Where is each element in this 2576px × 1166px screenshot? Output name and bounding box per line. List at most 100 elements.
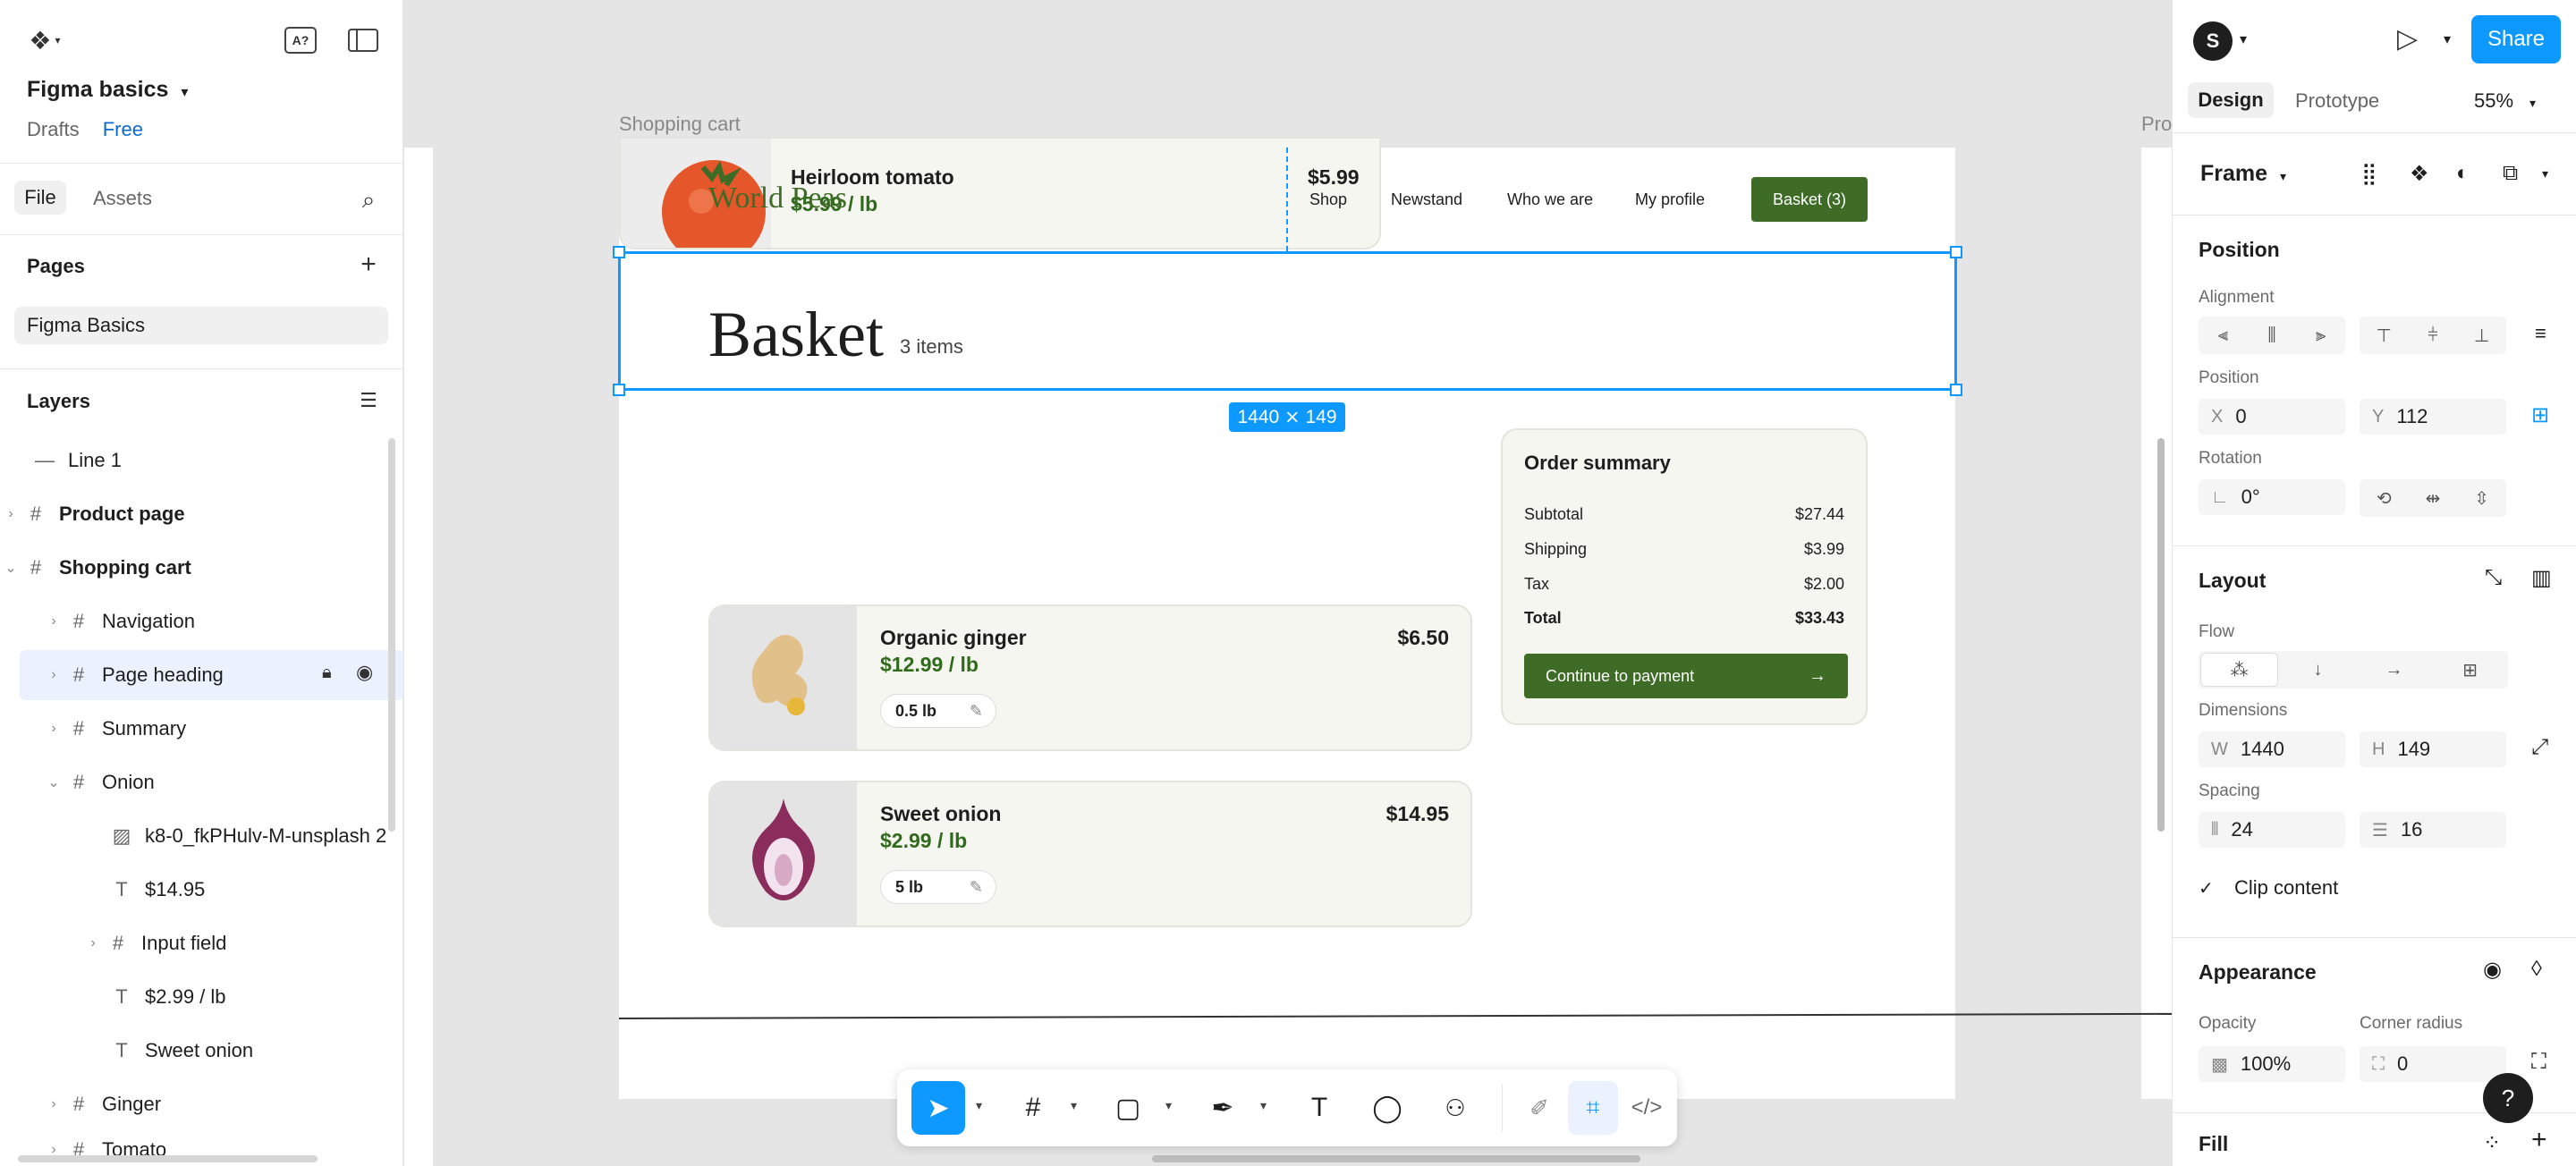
layers-scrollbar-vertical[interactable] xyxy=(388,438,395,832)
flip-horizontal-icon[interactable]: ⇹ xyxy=(2409,479,2458,517)
layout-grid-icon[interactable]: ▥ xyxy=(2531,565,2552,591)
resize-handle[interactable] xyxy=(613,246,625,258)
nav-link-my-profile[interactable]: My profile xyxy=(1635,190,1705,209)
align-right-icon[interactable]: ⫸ xyxy=(2296,317,2345,354)
align-top-icon[interactable]: ⊤ xyxy=(2360,317,2409,354)
chevron-down-icon[interactable]: ▾ xyxy=(1165,1098,1172,1113)
flow-horizontal-icon[interactable]: → xyxy=(2356,651,2432,689)
tab-assets[interactable]: Assets xyxy=(93,187,152,210)
chevron-down-icon[interactable]: ▾ xyxy=(2444,30,2451,48)
share-button[interactable]: Share xyxy=(2471,15,2561,63)
basket-button[interactable]: Basket (3) xyxy=(1751,177,1868,222)
chevron-down-icon[interactable]: ▾ xyxy=(2542,166,2548,182)
chevron-right-icon[interactable]: › xyxy=(43,613,64,629)
layer-onion[interactable]: ⌄ # Onion xyxy=(0,757,403,807)
resize-handle[interactable] xyxy=(1950,384,1962,396)
design-mode-icon[interactable]: ⌗ xyxy=(1568,1081,1618,1135)
styles-icon[interactable]: ⁘ xyxy=(2483,1130,2501,1156)
play-icon[interactable]: ▷ xyxy=(2397,23,2418,55)
distribute-icon[interactable]: ≡ xyxy=(2535,322,2546,345)
figma-logo-icon[interactable]: ❖ ▾ xyxy=(27,25,63,55)
chevron-down-icon[interactable]: ⌄ xyxy=(43,773,64,791)
project-title[interactable]: Figma basics ▾ xyxy=(27,77,188,103)
align-left-icon[interactable]: ⫷ xyxy=(2199,317,2248,354)
zoom-level[interactable]: 55% ▾ xyxy=(2474,89,2536,113)
collapse-icon[interactable]: ⤡ xyxy=(2485,565,2502,590)
resize-to-fit-icon[interactable]: ⤢ xyxy=(2531,735,2548,760)
add-page-icon[interactable]: + xyxy=(354,249,383,279)
x-position-field[interactable]: X0 xyxy=(2199,399,2345,435)
eye-icon[interactable]: ◉ xyxy=(356,661,373,684)
continue-to-payment-button[interactable]: Continue to payment → xyxy=(1524,654,1848,698)
flip-vertical-icon[interactable]: ⇳ xyxy=(2457,479,2506,517)
layers-scrollbar-horizontal[interactable] xyxy=(18,1155,318,1162)
chevron-right-icon[interactable]: › xyxy=(43,1096,64,1112)
frame-tool-icon[interactable]: # xyxy=(1006,1081,1060,1135)
actions-tool-icon[interactable]: ⚇ xyxy=(1428,1081,1482,1135)
align-bottom-icon[interactable]: ⊥ xyxy=(2457,317,2506,354)
layer-input-field[interactable]: › # Input field xyxy=(0,918,403,968)
corner-radius-field[interactable]: ⛶ 0 xyxy=(2360,1046,2506,1082)
selection-box[interactable] xyxy=(613,246,1962,396)
tab-file[interactable]: File xyxy=(14,181,66,215)
nav-link-who-we-are[interactable]: Who we are xyxy=(1507,190,1593,209)
product-card-ginger[interactable]: Organic ginger $12.99 / lb $6.50 0.5 lb ✎ xyxy=(708,604,1472,751)
pencil-icon[interactable]: ✎ xyxy=(970,878,983,897)
layer-line-1[interactable]: — Line 1 xyxy=(0,435,403,486)
eye-icon[interactable]: ◉ xyxy=(2483,957,2502,983)
resize-handle[interactable] xyxy=(613,384,625,396)
avatar[interactable]: S xyxy=(2193,21,2233,61)
opacity-field[interactable]: ▩ 100% xyxy=(2199,1046,2345,1082)
boolean-icon[interactable]: ⧉ xyxy=(2503,161,2518,186)
layer-navigation[interactable]: › # Navigation xyxy=(0,596,403,646)
move-tool-icon[interactable]: ➤ xyxy=(911,1081,965,1135)
frame-label-product-page[interactable]: Pro xyxy=(2141,113,2172,136)
nav-link-newstand[interactable]: Newstand xyxy=(1391,190,1462,209)
chevron-right-icon[interactable]: › xyxy=(0,506,21,522)
constraints-icon[interactable]: ⊞ xyxy=(2531,402,2549,428)
layer-onion-name[interactable]: T Sweet onion xyxy=(0,1026,403,1076)
product-page-frame[interactable] xyxy=(2141,148,2172,1099)
nav-brand[interactable]: World Peas xyxy=(708,182,847,215)
resize-handle[interactable] xyxy=(1950,246,1962,258)
chevron-right-icon[interactable]: › xyxy=(43,721,64,737)
quantity-field[interactable]: 0.5 lb ✎ xyxy=(880,694,996,728)
clip-content-checkbox[interactable]: ✓ Clip content xyxy=(2199,876,2338,900)
flow-freeform-icon[interactable]: ⁂ xyxy=(2200,653,2278,687)
grid-icon[interactable]: ⣿ xyxy=(2361,161,2377,187)
component-icon[interactable]: ❖ xyxy=(2410,161,2429,187)
canvas-scrollbar-vertical[interactable] xyxy=(2157,438,2165,832)
chevron-right-icon[interactable]: › xyxy=(43,667,64,683)
comment-tool-icon[interactable]: ◯ xyxy=(1360,1081,1414,1135)
lock-icon[interactable]: 🔒︎ xyxy=(322,663,332,683)
align-center-h-icon[interactable]: ⫼ xyxy=(2248,317,2297,354)
layer-page-heading[interactable]: › # Page heading 🔒︎ ◉ xyxy=(20,650,403,700)
horizontal-gap-field[interactable]: ⫴ 24 xyxy=(2199,812,2345,848)
mask-icon[interactable]: ◐ xyxy=(2456,161,2470,186)
flow-vertical-icon[interactable]: ↓ xyxy=(2280,651,2356,689)
layer-summary[interactable]: › # Summary xyxy=(0,704,403,754)
nav-link-shop[interactable]: Shop xyxy=(1309,190,1347,209)
sidebar-toggle-icon[interactable] xyxy=(348,29,378,52)
add-fill-icon[interactable]: + xyxy=(2531,1125,2547,1155)
drop-icon[interactable]: ◊ xyxy=(2531,957,2542,982)
tab-prototype[interactable]: Prototype xyxy=(2295,89,2379,113)
dev-mode-icon[interactable]: </> xyxy=(1622,1081,1672,1135)
layer-onion-image[interactable]: ▨ k8-0_fkPHulv-M-unsplash 2 xyxy=(0,811,403,861)
product-card-onion[interactable]: Sweet onion $2.99 / lb $14.95 5 lb ✎ xyxy=(708,781,1472,927)
chevron-down-icon[interactable]: ▾ xyxy=(1071,1098,1077,1113)
align-center-v-icon[interactable]: ⫩ xyxy=(2409,317,2458,354)
layer-onion-price[interactable]: T $2.99 / lb xyxy=(0,972,403,1022)
quantity-field[interactable]: 5 lb ✎ xyxy=(880,870,996,904)
chevron-down-icon[interactable]: ▾ xyxy=(1260,1098,1267,1113)
page-item-figma-basics[interactable]: Figma Basics xyxy=(14,307,388,344)
layer-product-page[interactable]: › # Product page xyxy=(0,489,403,539)
canvas-scrollbar-horizontal[interactable] xyxy=(1152,1155,1640,1162)
independent-corners-icon[interactable]: ⛶ xyxy=(2531,1050,2546,1075)
search-icon[interactable]: ⌕ xyxy=(354,186,383,215)
chevron-down-icon[interactable]: ▾ xyxy=(976,1098,982,1113)
rectangle-tool-icon[interactable]: ▢ xyxy=(1101,1081,1155,1135)
height-field[interactable]: H 149 xyxy=(2360,731,2506,767)
layers-filter-icon[interactable]: ☰ xyxy=(354,386,383,415)
draw-mode-icon[interactable]: ✐ xyxy=(1514,1081,1564,1135)
